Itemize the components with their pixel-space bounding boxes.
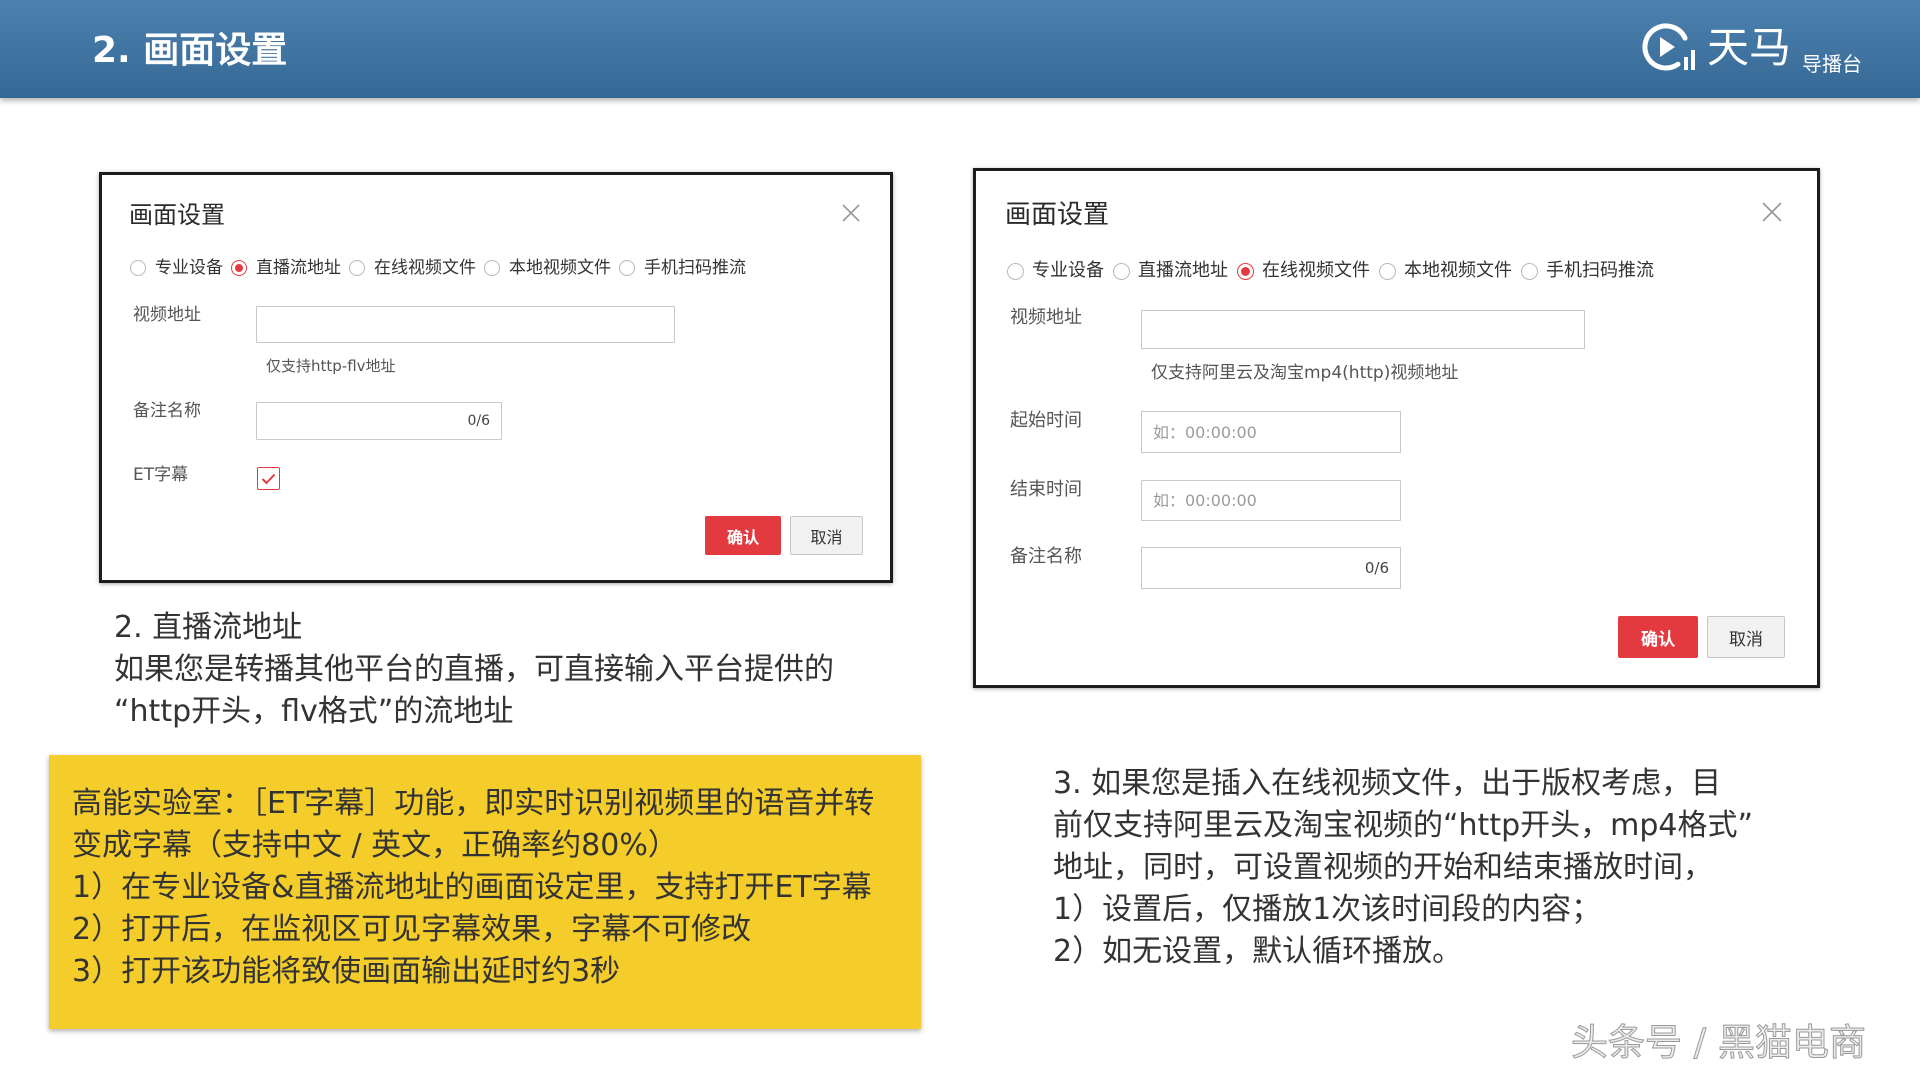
remark-field: 0/6 [256, 402, 502, 440]
caption-line: 前仅支持阿里云及淘宝视频的“http开头，mp4格式” [1053, 808, 1754, 843]
radio-circle-icon [1007, 262, 1024, 280]
video-url-label: 视频地址 [1010, 307, 1082, 328]
picture-settings-dialog-live-stream: 画面设置 专业设备 直播流地址 在线视频文件 本地视频文件 手机扫码推流 视频地… [99, 172, 893, 583]
remark-input[interactable] [1141, 547, 1401, 589]
dialog-title: 画面设置 [129, 201, 225, 229]
watermark: 头条号 / 黑猫电商 [1571, 1021, 1867, 1065]
start-time-input[interactable] [1141, 411, 1401, 453]
cancel-button[interactable]: 取消 [1707, 616, 1785, 658]
video-url-hint: 仅支持阿里云及淘宝mp4(http)视频地址 [1151, 363, 1459, 383]
play-circle-signal-icon [1640, 20, 1700, 76]
note-line: 1）在专业设备&直播流地址的画面设定里，支持打开ET字幕 [72, 870, 872, 905]
source-type-radio-group: 专业设备 直播流地址 在线视频文件 本地视频文件 手机扫码推流 [130, 258, 754, 278]
caption-line: “http开头，flv格式”的流地址 [114, 694, 514, 729]
close-icon[interactable] [841, 203, 861, 223]
radio-label: 专业设备 [155, 258, 223, 278]
source-type-radio-group: 专业设备 直播流地址 在线视频文件 本地视频文件 手机扫码推流 [1007, 260, 1663, 282]
radio-label: 专业设备 [1032, 260, 1104, 281]
radio-pro-device[interactable]: 专业设备 [130, 258, 223, 278]
video-url-hint: 仅支持http-flv地址 [266, 357, 396, 375]
radio-pro-device[interactable]: 专业设备 [1007, 260, 1104, 282]
note-line: 变成字幕（支持中文 / 英文，正确率约80%） [72, 828, 678, 863]
caption-line: 1）设置后，仅播放1次该时间段的内容； [1053, 892, 1602, 927]
picture-settings-dialog-online-video: 画面设置 专业设备 直播流地址 在线视频文件 本地视频文件 手机扫码推流 视频地… [973, 168, 1820, 688]
cancel-button[interactable]: 取消 [790, 516, 863, 555]
end-time-input[interactable] [1141, 480, 1401, 521]
radio-circle-icon [619, 260, 635, 276]
note-text: 高能实验室：［ET字幕］功能，即实时识别视频里的语音并转 变成字幕（支持中文 /… [72, 783, 874, 993]
end-time-label: 结束时间 [1010, 479, 1082, 500]
checkmark-icon [261, 473, 276, 484]
close-icon[interactable] [1761, 201, 1783, 223]
radio-label: 本地视频文件 [509, 258, 611, 278]
confirm-button[interactable]: 确认 [1618, 616, 1698, 658]
radio-label: 本地视频文件 [1404, 260, 1512, 281]
caption-line: 地址，同时，可设置视频的开始和结束播放时间， [1053, 850, 1713, 885]
logo-subtitle: 导播台 [1802, 52, 1862, 76]
logo-name: 天马 [1707, 23, 1792, 72]
radio-label: 手机扫码推流 [644, 258, 746, 278]
remark-field: 0/6 [1141, 547, 1401, 589]
et-subtitle-note-box: 高能实验室：［ET字幕］功能，即实时识别视频里的语音并转 变成字幕（支持中文 /… [49, 755, 921, 1029]
radio-circle-icon [1113, 262, 1130, 280]
confirm-button[interactable]: 确认 [705, 516, 781, 555]
video-url-label: 视频地址 [133, 305, 201, 325]
radio-circle-icon [1379, 262, 1396, 280]
radio-label: 直播流地址 [256, 258, 341, 278]
remark-input[interactable] [256, 402, 502, 440]
note-line: 3）打开该功能将致使画面输出延时约3秒 [72, 954, 621, 989]
radio-label: 在线视频文件 [1262, 260, 1370, 281]
caption-line: 3. 如果您是插入在线视频文件，出于版权考虑，目 [1053, 766, 1722, 801]
video-url-input[interactable] [1141, 310, 1585, 349]
slide-title: 2. 画面设置 [92, 30, 288, 71]
caption-line: 2）如无设置，默认循环播放。 [1053, 934, 1463, 969]
note-line: 2）打开后，在监视区可见字幕效果，字幕不可修改 [72, 912, 752, 947]
dialog-title: 画面设置 [1005, 200, 1110, 230]
slide-header-bar [0, 0, 1920, 98]
caption-heading: 2. 直播流地址 [114, 610, 303, 645]
live-stream-caption: 2. 直播流地址 如果您是转播其他平台的直播，可直接输入平台提供的 “http开… [114, 607, 834, 733]
radio-online-video-file[interactable]: 在线视频文件 [349, 258, 476, 278]
radio-phone-scan-push[interactable]: 手机扫码推流 [619, 258, 746, 278]
radio-circle-icon [1237, 262, 1254, 280]
radio-online-video-file[interactable]: 在线视频文件 [1237, 260, 1370, 282]
radio-circle-icon [484, 260, 500, 276]
radio-phone-scan-push[interactable]: 手机扫码推流 [1521, 260, 1654, 282]
radio-label: 在线视频文件 [374, 258, 476, 278]
et-subtitle-label: ET字幕 [133, 465, 189, 485]
start-time-label: 起始时间 [1010, 410, 1082, 431]
remark-label: 备注名称 [133, 401, 201, 421]
radio-circle-icon [231, 260, 247, 276]
radio-local-video-file[interactable]: 本地视频文件 [1379, 260, 1512, 282]
radio-circle-icon [349, 260, 365, 276]
radio-label: 手机扫码推流 [1546, 260, 1654, 281]
et-subtitle-checkbox[interactable] [257, 467, 280, 490]
note-line: 高能实验室：［ET字幕］功能，即实时识别视频里的语音并转 [72, 786, 875, 821]
remark-label: 备注名称 [1010, 546, 1082, 567]
video-url-input[interactable] [256, 306, 675, 343]
radio-circle-icon [130, 260, 146, 276]
radio-circle-icon [1521, 262, 1538, 280]
radio-local-video-file[interactable]: 本地视频文件 [484, 258, 611, 278]
char-counter: 0/6 [467, 413, 490, 429]
radio-live-stream-url[interactable]: 直播流地址 [1113, 260, 1228, 282]
caption-line: 如果您是转播其他平台的直播，可直接输入平台提供的 [114, 652, 834, 687]
radio-label: 直播流地址 [1138, 260, 1228, 281]
radio-live-stream-url[interactable]: 直播流地址 [231, 258, 341, 278]
online-video-caption: 3. 如果您是插入在线视频文件，出于版权考虑，目 前仅支持阿里云及淘宝视频的“h… [1053, 763, 1753, 973]
char-counter: 0/6 [1364, 559, 1389, 577]
